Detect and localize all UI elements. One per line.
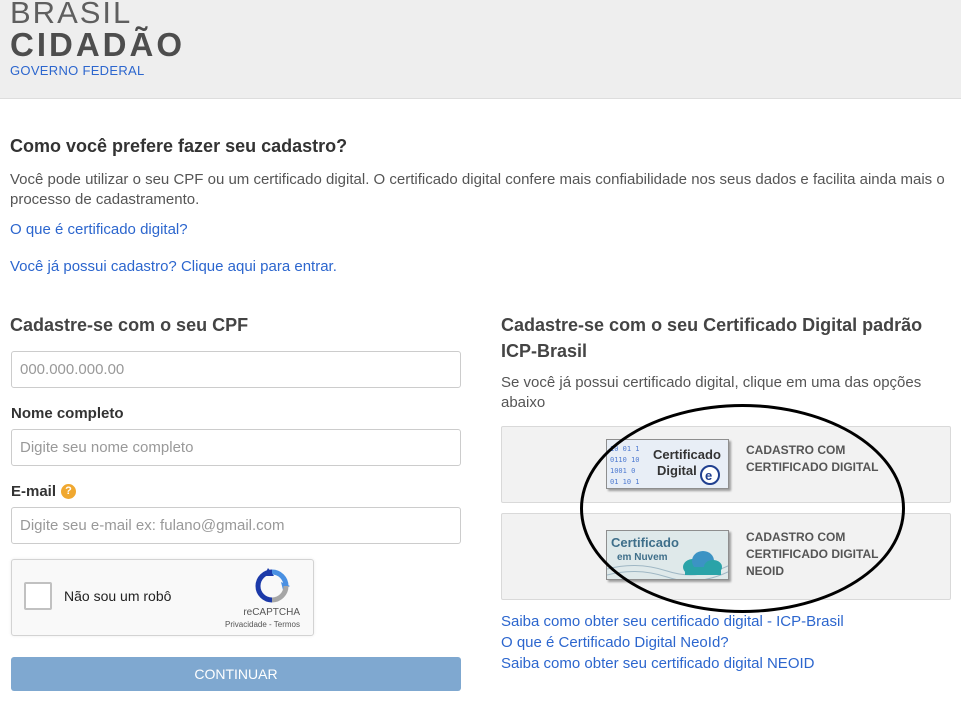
svg-text:e: e — [705, 468, 712, 483]
page-title: Como você prefere fazer seu cadastro? — [10, 136, 348, 156]
icp-brasil-link[interactable]: Saiba como obter seu certificado digital… — [501, 611, 844, 632]
question-icon[interactable]: ? — [61, 484, 77, 499]
recaptcha-brand: reCAPTCHA — [243, 607, 300, 618]
option-label: CADASTRO COM CERTIFICADO DIGITAL — [746, 443, 879, 474]
option-label: CADASTRO COM CERTIFICADO DIGITAL NEOID — [746, 530, 879, 578]
logo-brasil: BRASIL — [10, 0, 133, 30]
recaptcha-privacy-links[interactable]: Privacidade - Termos — [225, 620, 300, 629]
login-link[interactable]: Você já possui cadastro? Clique aqui par… — [10, 258, 337, 275]
certificate-digital-option[interactable]: 10 01 1 0110 10 1001 0 01 10 1 e Certifi… — [501, 426, 951, 503]
cpf-section-title: Cadastre-se com o seu CPF — [10, 315, 249, 335]
logo-cidadao: CIDADÃO — [10, 26, 185, 63]
cpf-input[interactable] — [12, 352, 460, 387]
certificado-em-nuvem-image: Certificado em Nuvem — [606, 530, 729, 580]
recaptcha-label: Não sou um robô — [64, 588, 172, 604]
name-label: Nome completo — [11, 405, 124, 422]
certificado-digital-image: 10 01 1 0110 10 1001 0 01 10 1 e Certifi… — [606, 439, 729, 489]
svg-text:0110 10: 0110 10 — [610, 456, 640, 464]
email-label-row: E-mail ? — [11, 483, 77, 500]
neoid-how-to-link[interactable]: Saiba como obter seu certificado digital… — [501, 653, 844, 674]
svg-text:01 10 1: 01 10 1 — [610, 478, 640, 486]
certificate-description: Se você já possui certificado digital, c… — [501, 374, 922, 411]
recaptcha-checkbox[interactable] — [24, 582, 52, 610]
brasil-cidadao-logo[interactable]: BRASIL CIDADÃO GOVERNO FEDERAL — [10, 0, 185, 78]
name-input[interactable] — [12, 430, 460, 465]
option-image-text: Digital — [657, 463, 697, 478]
what-is-certificate-link[interactable]: O que é certificado digital? — [10, 221, 188, 238]
option-image-text: Certificado — [611, 535, 679, 550]
continue-button[interactable]: CONTINUAR — [11, 657, 461, 691]
header: BRASIL CIDADÃO GOVERNO FEDERAL — [0, 0, 961, 99]
cpf-field[interactable] — [11, 351, 461, 388]
email-label: E-mail — [11, 483, 57, 500]
what-is-neoid-link[interactable]: O que é Certificado Digital NeoId? — [501, 632, 844, 653]
logo-governo-federal: GOVERNO FEDERAL — [10, 63, 145, 78]
certificate-links: Saiba como obter seu certificado digital… — [501, 611, 844, 674]
svg-text:1001 0: 1001 0 — [610, 467, 635, 475]
certificate-neoid-option[interactable]: Certificado em Nuvem CADASTRO COM CERTIF… — [501, 513, 951, 600]
certificate-section-title: Cadastre-se com o seu Certificado Digita… — [501, 315, 923, 361]
option-image-text: Certificado — [653, 447, 721, 462]
intro-text: Você pode utilizar o seu CPF ou um certi… — [10, 171, 945, 208]
svg-text:10 01 1: 10 01 1 — [610, 445, 640, 453]
option-image-text: em Nuvem — [617, 552, 668, 563]
email-field[interactable] — [11, 507, 461, 544]
name-field[interactable] — [11, 429, 461, 466]
recaptcha-widget: Não sou um robô reCAPTCHA Privacidade - … — [11, 559, 314, 636]
recaptcha-icon — [255, 568, 290, 603]
email-input[interactable] — [12, 508, 460, 543]
